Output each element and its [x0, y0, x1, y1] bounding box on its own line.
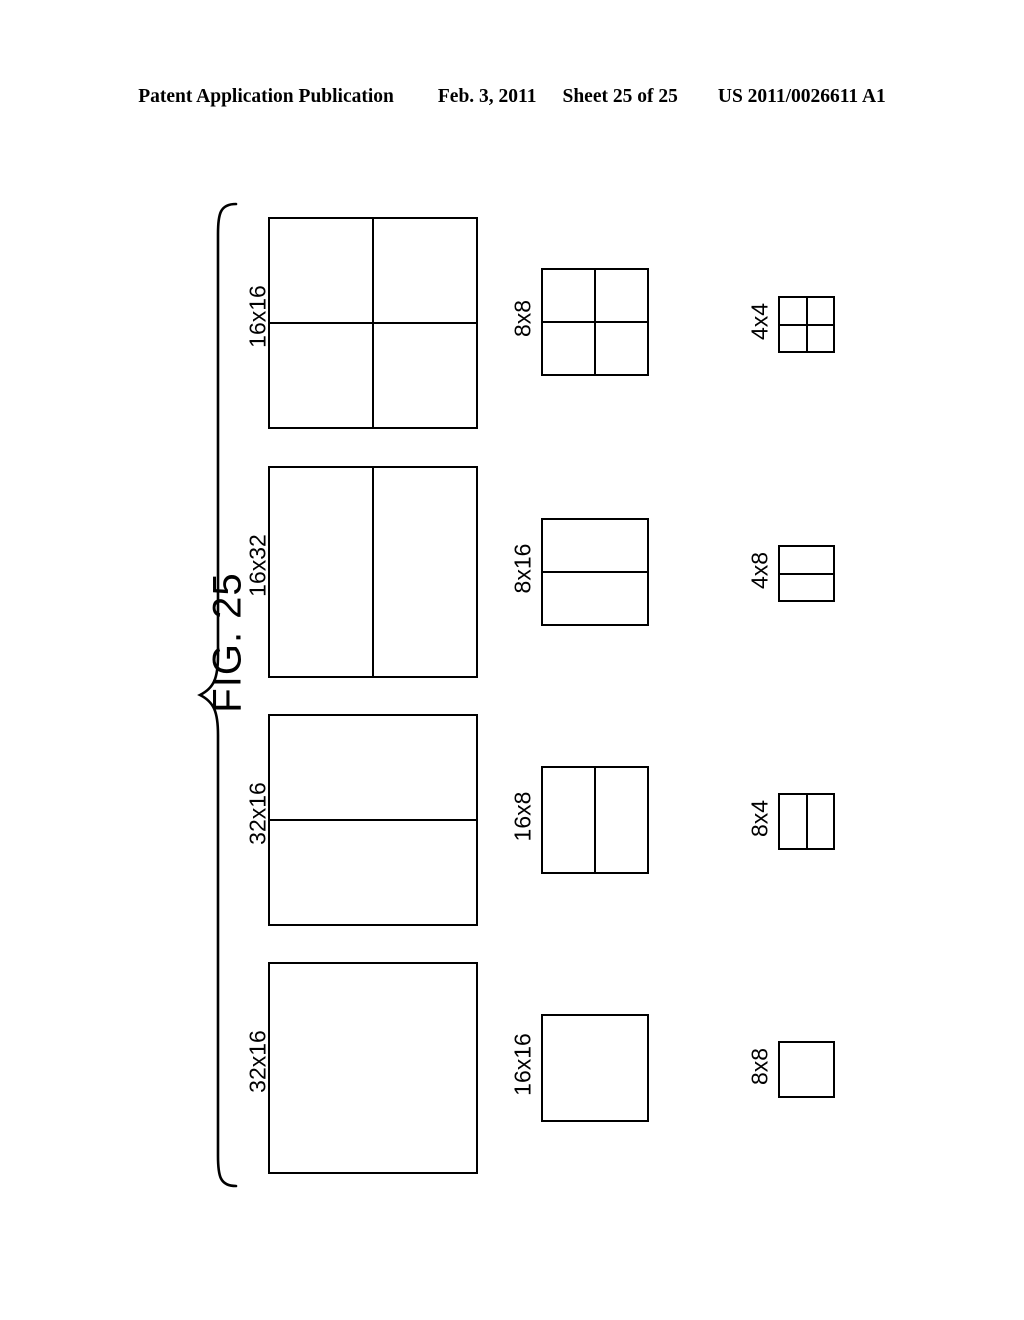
partition-row: 32x16 16x8 8x4 — [0, 714, 1024, 926]
partition-block — [268, 714, 478, 926]
partition-block — [778, 1041, 835, 1098]
partition-block — [541, 268, 649, 376]
split-line-vertical — [372, 468, 374, 676]
partition-label: 8x8 — [509, 299, 536, 338]
figure-25: FIG. 25 16x16 8x8 4x4 16x32 8x16 4x8 32x… — [0, 0, 1024, 1320]
partition-row: 32x16 16x16 8x8 — [0, 962, 1024, 1174]
split-line-horizontal — [543, 321, 647, 323]
partition-label: 8x4 — [746, 799, 773, 838]
split-line-horizontal — [543, 571, 647, 573]
partition-cell: 8x8 — [505, 268, 665, 378]
split-line-vertical — [594, 768, 596, 872]
partition-block — [778, 296, 835, 353]
partition-block — [268, 962, 478, 1174]
partition-cell: 16x8 — [505, 766, 665, 876]
partition-cell: 4x4 — [742, 296, 852, 356]
partition-label: 8x8 — [746, 1047, 773, 1086]
partition-cell: 16x32 — [240, 466, 490, 678]
partition-label: 4x4 — [746, 302, 773, 341]
partition-cell: 16x16 — [240, 217, 490, 429]
partition-cell: 8x4 — [742, 793, 852, 853]
split-line-horizontal — [780, 323, 833, 326]
partition-block — [541, 1014, 649, 1122]
partition-cell: 8x16 — [505, 518, 665, 628]
partition-label: 16x8 — [509, 791, 536, 842]
partition-block — [268, 466, 478, 678]
split-line-horizontal — [270, 322, 476, 324]
partition-cell: 8x8 — [742, 1041, 852, 1101]
partition-block — [778, 793, 835, 850]
partition-cell: 32x16 — [240, 962, 490, 1174]
partition-block — [541, 766, 649, 874]
partition-block — [268, 217, 478, 429]
partition-label: 4x8 — [746, 551, 773, 590]
partition-label: 8x16 — [509, 543, 536, 594]
partition-cell: 4x8 — [742, 545, 852, 605]
split-line-horizontal — [780, 572, 833, 575]
partition-row: 16x32 8x16 4x8 — [0, 466, 1024, 678]
partition-label: 16x16 — [509, 1033, 536, 1096]
partition-block — [778, 545, 835, 602]
partition-block — [541, 518, 649, 626]
split-line-horizontal — [270, 819, 476, 821]
partition-row: 16x16 8x8 4x4 — [0, 217, 1024, 429]
partition-cell: 16x16 — [505, 1014, 665, 1124]
split-line-vertical — [805, 795, 808, 848]
partition-cell: 32x16 — [240, 714, 490, 926]
